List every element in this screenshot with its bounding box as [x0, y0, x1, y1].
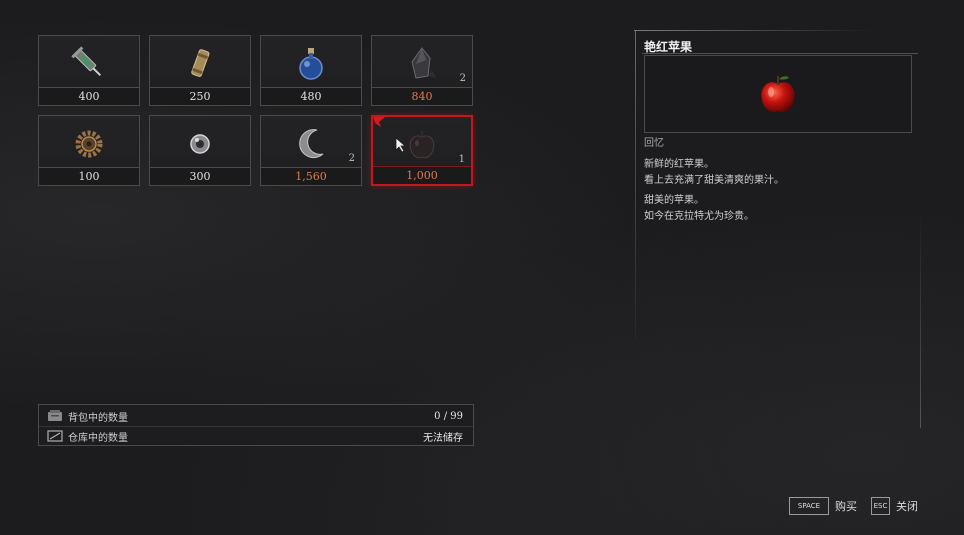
- stock-info-panel: 背包中的数量 0 / 99 仓库中的数量 无法储存: [38, 404, 474, 446]
- cartridge-icon: [191, 49, 210, 77]
- storage-box-icon: [47, 430, 63, 442]
- item-quantity: 2: [348, 153, 355, 164]
- item-price: 1,000: [373, 166, 471, 184]
- item-slot-moon[interactable]: 2 1,560: [260, 115, 362, 186]
- bag-quantity-row: 背包中的数量 0 / 99: [39, 406, 473, 427]
- item-category: 回忆: [644, 138, 664, 149]
- close-label[interactable]: 关闭: [896, 498, 918, 514]
- red-apple-icon: [761, 76, 795, 112]
- item-price: 250: [150, 87, 250, 105]
- shop-screen: 400 250 480 2 840 100 300 2 1,560 1 1,00…: [0, 0, 964, 535]
- storage-quantity-row: 仓库中的数量 无法储存: [39, 426, 473, 446]
- bag-quantity-label: 背包中的数量: [68, 412, 128, 424]
- apple-icon: [409, 131, 435, 159]
- item-price: 1,560: [261, 167, 361, 185]
- item-grid: 400 250 480 2 840 100 300 2 1,560 1 1,00…: [38, 35, 473, 186]
- description-line: 看上去充满了甜美清爽的果汁。: [644, 175, 784, 186]
- panel-right-border: [920, 210, 921, 428]
- item-slot-potion[interactable]: 480: [260, 35, 362, 106]
- moon-shard-icon: [299, 129, 324, 159]
- esc-key-button[interactable]: ESC: [871, 497, 890, 515]
- item-description-1: 新鲜的红苹果。 看上去充满了甜美清爽的果汁。: [644, 157, 784, 189]
- potion-flask-icon: [299, 48, 323, 80]
- storage-quantity-label: 仓库中的数量: [68, 432, 128, 444]
- item-slot-crystal[interactable]: 2 840: [371, 35, 473, 106]
- item-slot-syringe[interactable]: 400: [38, 35, 140, 106]
- item-preview: [644, 55, 912, 133]
- panel-left-border: [635, 30, 636, 340]
- description-line: 新鲜的红苹果。: [644, 159, 714, 170]
- panel-top-border: [634, 30, 874, 31]
- bag-quantity-value: 0 / 99: [434, 410, 463, 422]
- storage-quantity-value: 无法储存: [423, 432, 463, 444]
- silver-orb-icon: [190, 134, 210, 154]
- buy-label[interactable]: 购买: [835, 498, 857, 514]
- backpack-icon: [48, 410, 62, 421]
- item-quantity: 1: [458, 154, 465, 165]
- item-slot-apple[interactable]: 1 1,000: [371, 115, 473, 186]
- syringe-icon: [71, 46, 102, 77]
- item-quantity: 2: [459, 73, 466, 84]
- dark-crystal-icon: [411, 47, 436, 79]
- item-detail-panel: 艳红苹果 回忆 新鲜的红苹果。 看上去充满了甜美清爽的果汁。 甜美的苹果。 如今…: [634, 30, 922, 428]
- item-price: 400: [39, 87, 139, 105]
- gear-cog-icon: [75, 130, 103, 158]
- item-price: 300: [150, 167, 250, 185]
- description-line: 甜美的苹果。: [644, 195, 704, 206]
- item-price: 100: [39, 167, 139, 185]
- title-divider: [642, 53, 918, 54]
- item-price: 840: [372, 87, 472, 105]
- key-hints: SPACE 购买 ESC 关闭: [789, 497, 918, 515]
- mouse-cursor-icon: [395, 137, 407, 153]
- item-description-2: 甜美的苹果。 如今在克拉特尤为珍贵。: [644, 193, 754, 225]
- description-line: 如今在克拉特尤为珍贵。: [644, 211, 754, 222]
- item-price: 480: [261, 87, 361, 105]
- item-slot-gear[interactable]: 100: [38, 115, 140, 186]
- space-key-button[interactable]: SPACE: [789, 497, 829, 515]
- item-slot-cartridge[interactable]: 250: [149, 35, 251, 106]
- item-slot-orb[interactable]: 300: [149, 115, 251, 186]
